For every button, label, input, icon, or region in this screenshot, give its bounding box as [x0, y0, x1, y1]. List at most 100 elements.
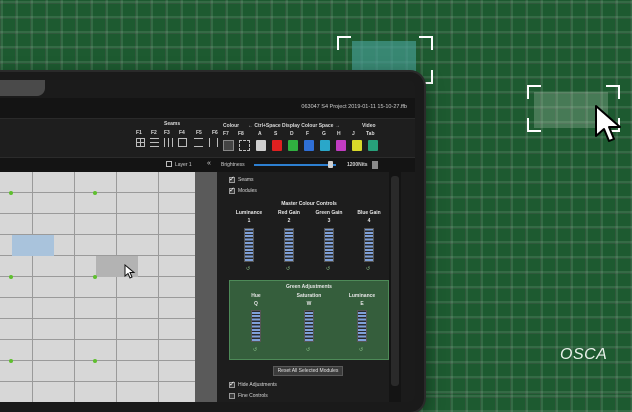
app-window: 063047 S4 Project 2019-01-11 15-10-27.ff…	[0, 80, 415, 402]
colour-corners-icon[interactable]	[239, 140, 250, 151]
seams-key-f2: F2	[151, 130, 157, 136]
modules-checkbox[interactable]	[229, 186, 235, 194]
saturation-key: W	[306, 301, 312, 307]
ctrl-space-heading: ← Ctrl+Space Display Colour Space →	[248, 123, 340, 129]
blue-gain-key: 4	[367, 218, 371, 224]
module-dot	[93, 359, 97, 363]
selection-corner-tl-2	[527, 85, 541, 99]
hue-key: Q	[254, 301, 258, 307]
blue-gain-link-icon[interactable]: ↺	[366, 266, 370, 272]
layer-bar: Layer 1 « Brightness 1200Nits	[0, 158, 415, 172]
luminance-fader[interactable]	[244, 228, 254, 262]
brightness-slider[interactable]	[254, 164, 336, 166]
swatch-yellow[interactable]	[352, 140, 362, 151]
selection-corner-bl-2	[527, 118, 541, 132]
video-icon[interactable]	[368, 140, 378, 151]
seams-checkbox-label: Seams	[238, 177, 254, 183]
seams-key-f1: F1	[136, 130, 142, 136]
saturation-label: Saturation	[296, 293, 322, 299]
layer-icon	[166, 161, 172, 167]
seams-checkbox[interactable]	[229, 175, 235, 183]
module-dot	[9, 191, 13, 195]
seams-vertical-icon[interactable]	[164, 138, 173, 147]
red-gain-key: 2	[287, 218, 291, 224]
master-colour-title: Master Colour Controls	[281, 201, 337, 207]
red-gain-link-icon[interactable]: ↺	[286, 266, 290, 272]
green-luminance-link-icon[interactable]: ↺	[359, 347, 363, 353]
grid-cursor-icon	[124, 264, 136, 279]
luminance-key: 1	[247, 218, 251, 224]
monitor-frame: 063047 S4 Project 2019-01-11 15-10-27.ff…	[0, 72, 424, 412]
hue-link-icon[interactable]: ↺	[253, 347, 257, 353]
swatch-magenta[interactable]	[336, 140, 346, 151]
seams-heading: Seams	[164, 121, 181, 127]
swatch-cyan[interactable]	[320, 140, 330, 151]
selection-corner-tl-1	[337, 36, 351, 50]
seams-key-f4: F4	[179, 130, 185, 136]
green-gain-label: Green Gain	[315, 210, 343, 216]
green-adjustments-title: Green Adjustments	[286, 284, 332, 290]
toolbar: Seams F1 F2 F3 F4 F5 F6 Colour ← Ctrl+Sp…	[0, 119, 415, 158]
colour-grid-icon[interactable]	[223, 140, 234, 151]
hue-label: Hue	[251, 293, 261, 299]
selected-module-blue[interactable]	[12, 235, 54, 256]
double-chevron-left-icon[interactable]: «	[207, 160, 211, 167]
colour-heading: Colour	[223, 123, 240, 129]
title-bar: 063047 S4 Project 2019-01-11 15-10-27.ff…	[0, 98, 415, 119]
layer-label[interactable]: Layer 1	[175, 162, 192, 168]
module-dot	[9, 359, 13, 363]
seams-horizontal-icon[interactable]	[150, 138, 159, 147]
grid-gutter	[195, 172, 217, 402]
video-heading: Video	[362, 123, 376, 129]
seams-key-f6: F6	[212, 130, 218, 136]
brightness-stepper[interactable]	[372, 161, 378, 169]
scrollbar-thumb[interactable]	[391, 176, 399, 386]
module-dot	[9, 275, 13, 279]
seams-grid-icon[interactable]	[136, 138, 145, 147]
red-gain-fader[interactable]	[284, 228, 294, 262]
saturation-link-icon[interactable]: ↺	[306, 347, 310, 353]
selection-corner-tr-1	[419, 36, 433, 50]
green-adjustments-box: Green Adjustments Hue Saturation Luminan…	[229, 280, 389, 360]
saturation-fader[interactable]	[304, 310, 314, 342]
green-luminance-label: Luminance	[348, 293, 376, 299]
blue-gain-fader[interactable]	[364, 228, 374, 262]
modules-checkbox-label: Modules	[238, 188, 257, 194]
colour-key-s: S	[274, 131, 278, 137]
brightness-slider-thumb[interactable]	[328, 161, 334, 168]
seams-left-right-icon[interactable]	[209, 138, 218, 147]
project-title: 063047 S4 Project 2019-01-11 15-10-27.ff…	[301, 104, 407, 110]
luminance-link-icon[interactable]: ↺	[246, 266, 250, 272]
hide-adjustments-label: Hide Adjustments	[238, 382, 277, 388]
hide-adjustments-checkbox[interactable]	[229, 380, 235, 388]
green-luminance-fader[interactable]	[357, 310, 367, 342]
window-tab[interactable]	[0, 80, 45, 96]
colour-key-d: D	[290, 131, 294, 137]
seams-top-bottom-icon[interactable]	[194, 138, 203, 147]
selection-corner-tr-2	[606, 85, 620, 99]
green-gain-fader[interactable]	[324, 228, 334, 262]
panel-scrollbar[interactable]	[389, 172, 401, 402]
module-grid[interactable]	[0, 172, 195, 402]
colour-key-f8: F8	[238, 131, 244, 137]
seams-key-f5: F5	[196, 130, 202, 136]
seams-key-f3: F3	[164, 130, 170, 136]
hue-fader[interactable]	[251, 310, 261, 342]
swatch-green[interactable]	[288, 140, 298, 151]
green-luminance-key: E	[360, 301, 364, 307]
blue-gain-label: Blue Gain	[357, 210, 381, 216]
swatch-white[interactable]	[256, 140, 266, 151]
colour-key-f7: F7	[223, 131, 229, 137]
swatch-blue[interactable]	[304, 140, 314, 151]
seams-outline-icon[interactable]	[178, 138, 187, 147]
swatch-red[interactable]	[272, 140, 282, 151]
video-key-tab: Tab	[366, 131, 375, 137]
control-panel: Seams Modules Master Colour Controls Lum…	[217, 172, 389, 402]
reset-modules-button[interactable]: Reset All Selected Modules	[273, 366, 343, 376]
green-gain-link-icon[interactable]: ↺	[326, 266, 330, 272]
colour-key-f: F	[306, 131, 310, 137]
colour-key-h: H	[337, 131, 341, 137]
colour-key-a: A	[258, 131, 262, 137]
green-gain-key: 3	[327, 218, 331, 224]
mouse-cursor-icon	[595, 105, 621, 142]
